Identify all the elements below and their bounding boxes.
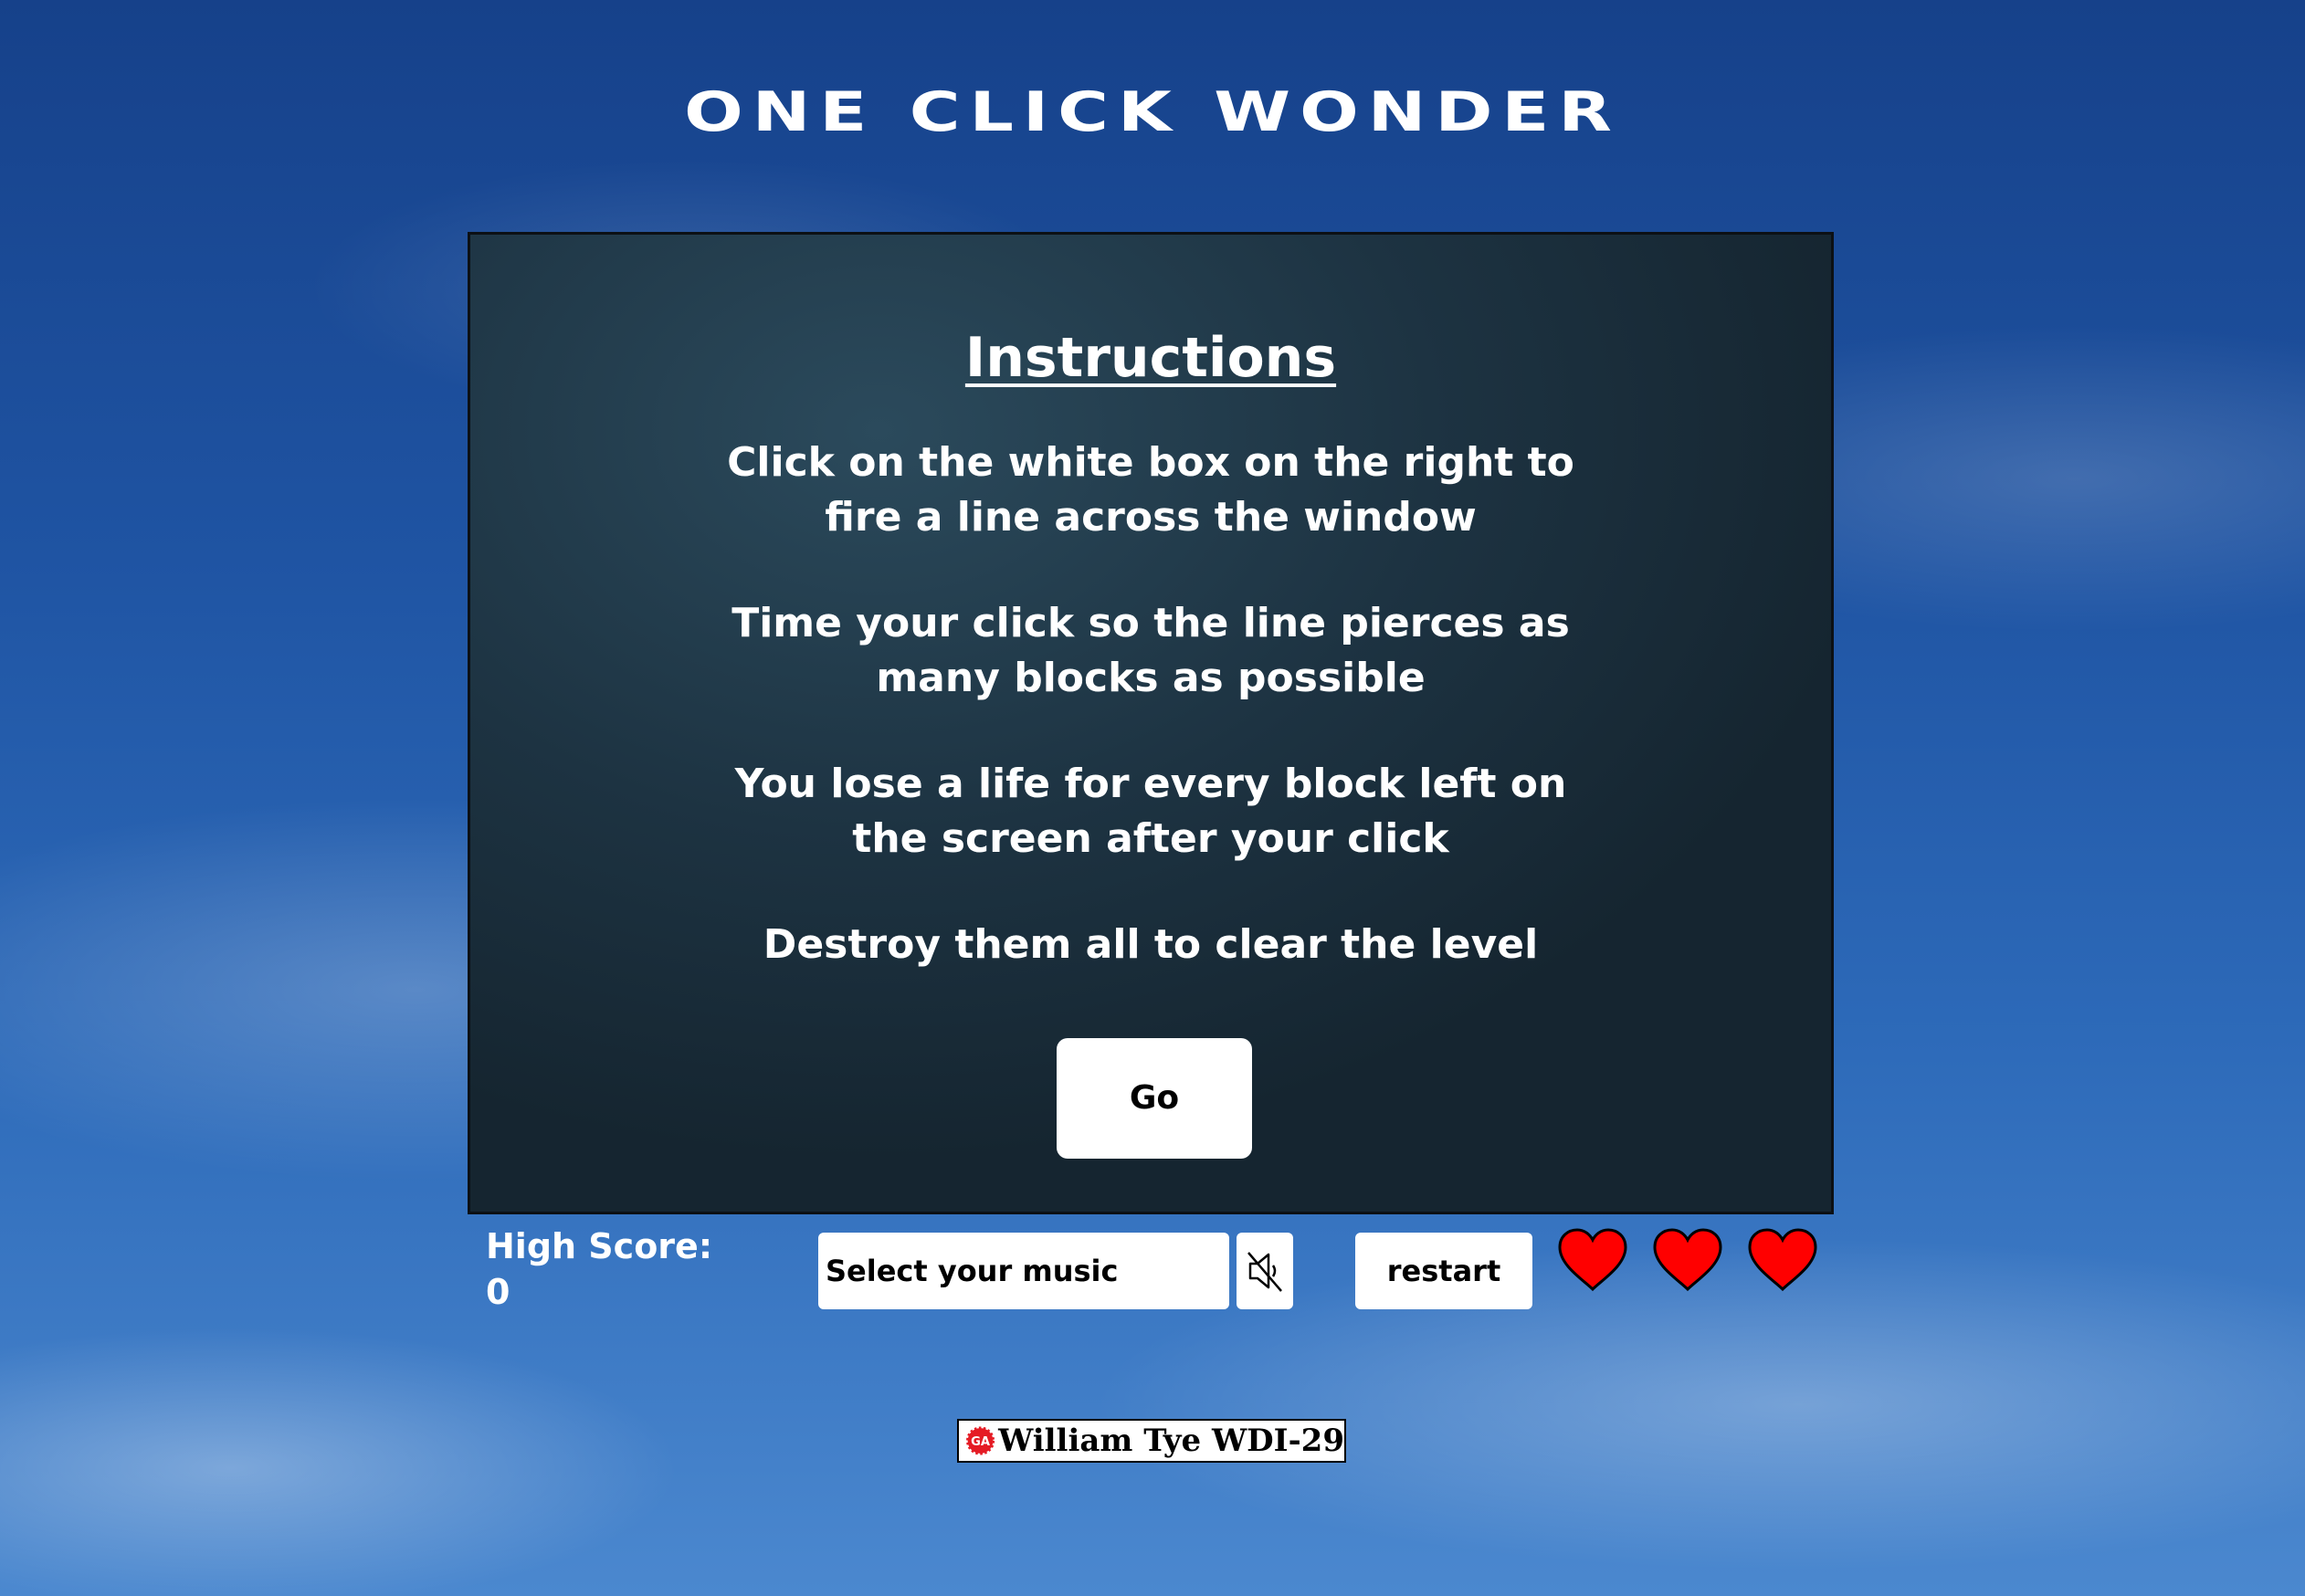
mute-button[interactable] xyxy=(1237,1233,1293,1309)
instruction-paragraph: You lose a life for every block left on … xyxy=(734,761,1567,862)
footer-credit-badge[interactable]: GA William Tye WDI-29 xyxy=(957,1419,1346,1463)
heart-icon xyxy=(1558,1228,1627,1292)
high-score-label: High Score: xyxy=(486,1226,713,1266)
game-title: ONE CLICK WONDER xyxy=(684,79,1621,144)
ga-logo: GA xyxy=(966,1426,995,1455)
high-score-value: 0 xyxy=(486,1272,510,1312)
speaker-muted-icon xyxy=(1247,1252,1282,1292)
high-score: High Score: 0 xyxy=(486,1223,712,1315)
heart-icon xyxy=(1653,1228,1722,1292)
ga-logo-text: GA xyxy=(971,1435,991,1449)
controls-bar: High Score: 0 Select your music restart xyxy=(468,1223,1834,1324)
music-select[interactable]: Select your music xyxy=(818,1233,1229,1309)
heart-icon xyxy=(1748,1228,1817,1292)
game-window[interactable]: Instructions Click on the white box on t… xyxy=(468,232,1834,1214)
go-button[interactable]: Go xyxy=(1057,1038,1252,1159)
restart-button[interactable]: restart xyxy=(1355,1233,1532,1309)
instruction-paragraph: Time your click so the line pierces as m… xyxy=(731,600,1570,701)
instructions-heading: Instructions xyxy=(964,326,1337,390)
instruction-paragraph: Destroy them all to clear the level xyxy=(763,921,1539,968)
instructions-panel: Instructions Click on the white box on t… xyxy=(470,326,1831,1024)
instruction-paragraph: Click on the white box on the right to f… xyxy=(727,439,1574,541)
footer-credit-text: William Tye WDI-29 xyxy=(998,1423,1344,1459)
